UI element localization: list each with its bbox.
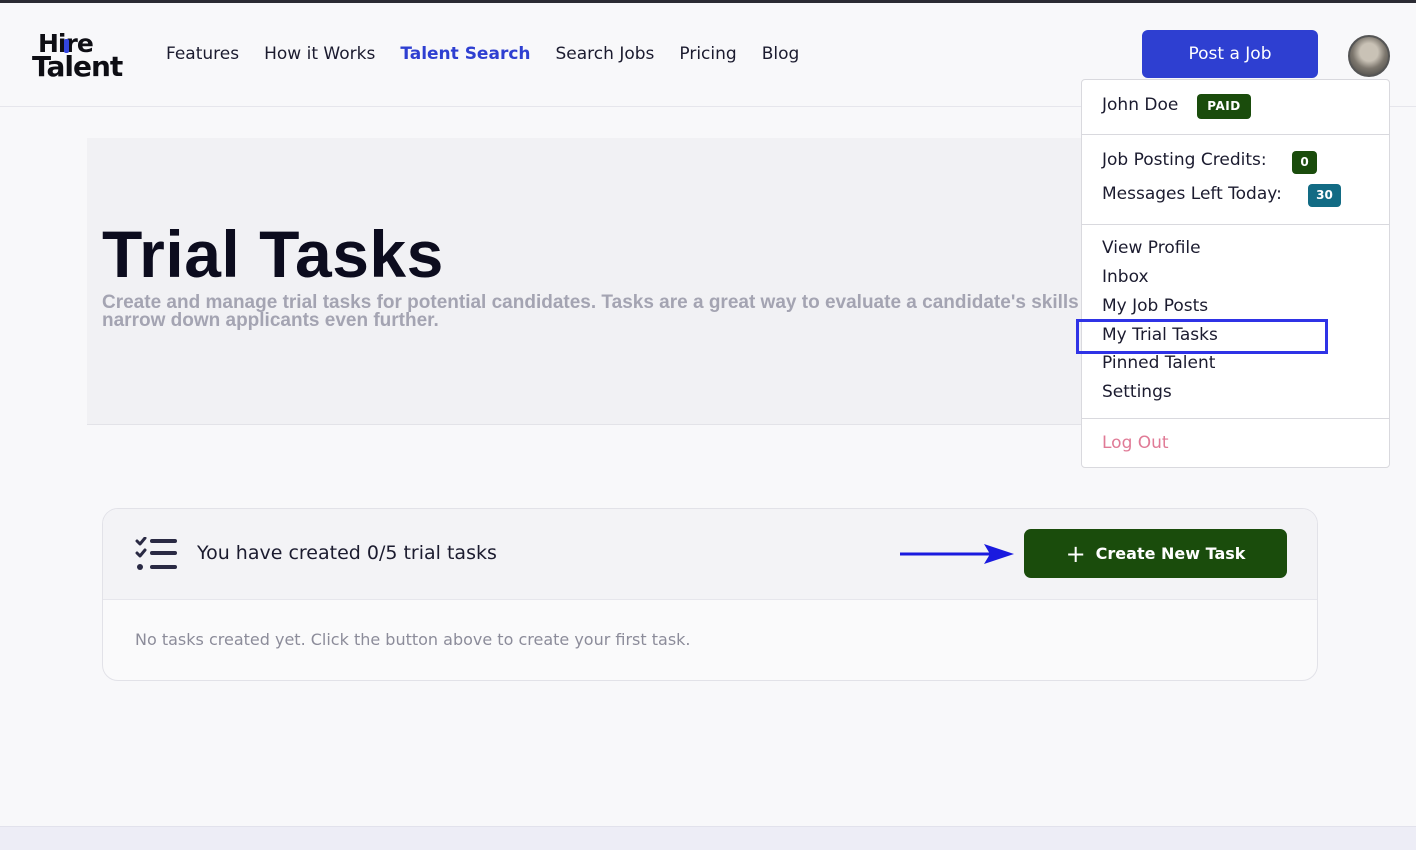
user-name: John Doe xyxy=(1102,95,1179,115)
nav-talent-search[interactable]: Talent Search xyxy=(400,43,530,65)
user-dropdown-menu: John Doe PAID Job Posting Credits: 0 Mes… xyxy=(1081,79,1390,468)
dropdown-credits-section: Job Posting Credits: 0 Messages Left Tod… xyxy=(1082,135,1389,225)
checklist-icon xyxy=(135,537,177,570)
nav-features[interactable]: Features xyxy=(166,43,239,65)
footer-band xyxy=(0,826,1416,850)
menu-pinned-talent[interactable]: Pinned Talent xyxy=(1102,352,1215,374)
annotation-arrow-icon xyxy=(900,544,1014,564)
task-count-text: You have created 0/5 trial tasks xyxy=(197,542,497,564)
user-avatar[interactable] xyxy=(1348,35,1390,77)
trial-tasks-card: You have created 0/5 trial tasks + Creat… xyxy=(102,508,1318,681)
plan-badge: PAID xyxy=(1197,94,1251,119)
main-nav: Features How it Works Talent Search Sear… xyxy=(166,43,799,65)
hire-talent-logo[interactable]: Hire Talent xyxy=(32,31,132,81)
page-hero: Trial Tasks Create and manage trial task… xyxy=(87,138,1087,425)
menu-my-trial-tasks[interactable]: My Trial Tasks xyxy=(1102,324,1218,346)
dropdown-links-section: View Profile Inbox My Job Posts My Trial… xyxy=(1082,225,1389,419)
logo-word-talent: Talent xyxy=(32,50,123,83)
menu-settings[interactable]: Settings xyxy=(1102,381,1172,403)
menu-inbox[interactable]: Inbox xyxy=(1102,266,1149,288)
plus-icon: + xyxy=(1065,539,1086,568)
menu-view-profile[interactable]: View Profile xyxy=(1102,237,1201,259)
create-new-task-label: Create New Task xyxy=(1095,544,1246,563)
dropdown-user-section: John Doe PAID xyxy=(1082,80,1389,135)
page-subtitle: Create and manage trial tasks for potent… xyxy=(102,292,1087,331)
card-header: You have created 0/5 trial tasks + Creat… xyxy=(103,509,1317,600)
nav-pricing[interactable]: Pricing xyxy=(679,43,736,65)
nav-how-it-works[interactable]: How it Works xyxy=(264,43,375,65)
menu-my-job-posts[interactable]: My Job Posts xyxy=(1102,295,1208,317)
nav-search-jobs[interactable]: Search Jobs xyxy=(556,43,655,65)
messages-left-label: Messages Left Today: xyxy=(1102,184,1282,204)
job-posting-credits-label: Job Posting Credits: xyxy=(1102,150,1267,170)
nav-blog[interactable]: Blog xyxy=(762,43,800,65)
menu-log-out[interactable]: Log Out xyxy=(1102,433,1169,453)
page-title: Trial Tasks xyxy=(102,217,444,291)
messages-left-badge: 30 xyxy=(1308,184,1341,207)
job-posting-credits-badge: 0 xyxy=(1292,151,1317,174)
create-new-task-button[interactable]: + Create New Task xyxy=(1024,529,1287,578)
post-a-job-button[interactable]: Post a Job xyxy=(1142,30,1318,78)
empty-state-text: No tasks created yet. Click the button a… xyxy=(135,630,691,649)
